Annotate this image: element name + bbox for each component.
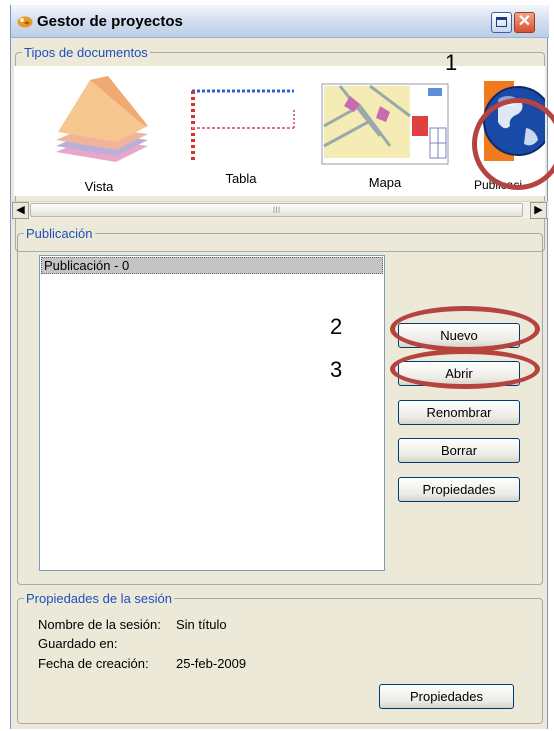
horizontal-scrollbar[interactable]: ◀ III ▶ — [11, 201, 549, 219]
session-properties-legend: Propiedades de la sesión — [24, 591, 174, 606]
title-bar[interactable]: Gestor de proyectos ✕ — [11, 5, 549, 38]
annotation-number-1: 1 — [445, 50, 458, 75]
doc-type-label: Tabla — [225, 171, 257, 186]
annotation-number-3: 3 — [330, 357, 343, 382]
doc-type-mapa[interactable]: Mapa — [320, 66, 450, 196]
list-item[interactable]: Publicación - 0 — [41, 257, 383, 274]
session-name-value: Sin título — [176, 617, 227, 632]
saved-in-label: Guardado en: — [38, 636, 118, 651]
table-icon — [191, 89, 295, 161]
document-types-legend: Tipos de documentos — [22, 45, 150, 60]
rename-button[interactable]: Renombrar — [398, 400, 520, 425]
publication-list[interactable]: Publicación - 0 — [39, 255, 385, 571]
doc-type-label: Vista — [84, 179, 114, 194]
scroll-left-button[interactable]: ◀ — [12, 202, 29, 219]
session-name-label: Nombre de la sesión: — [38, 617, 161, 632]
close-button[interactable]: ✕ — [514, 12, 535, 33]
app-logo-icon — [17, 16, 33, 28]
creation-date-value: 25-feb-2009 — [176, 656, 247, 671]
scroll-thumb[interactable]: III — [30, 203, 523, 217]
doc-type-tabla[interactable]: Tabla — [186, 66, 296, 196]
annotation-ring-2 — [390, 306, 540, 352]
doc-type-label: Mapa — [368, 175, 402, 190]
annotation-number-2: 2 — [330, 314, 343, 339]
document-types-panel: Vista Tabla Mapa Publicaci — [14, 66, 545, 196]
delete-button[interactable]: Borrar — [398, 438, 520, 463]
annotation-ring-1 — [472, 98, 554, 190]
doc-type-vista[interactable]: Vista — [44, 66, 154, 196]
publication-legend: Publicación — [24, 226, 95, 241]
creation-date-label: Fecha de creación: — [38, 656, 149, 671]
maximize-button[interactable] — [491, 12, 512, 33]
map-icon — [321, 83, 449, 165]
publication-properties-button[interactable]: Propiedades — [398, 477, 520, 502]
scroll-right-button[interactable]: ▶ — [530, 202, 547, 219]
session-properties-button[interactable]: Propiedades — [379, 684, 514, 709]
window-title: Gestor de proyectos — [37, 13, 183, 30]
annotation-ring-3 — [390, 349, 540, 389]
view-layers-icon — [56, 76, 148, 162]
